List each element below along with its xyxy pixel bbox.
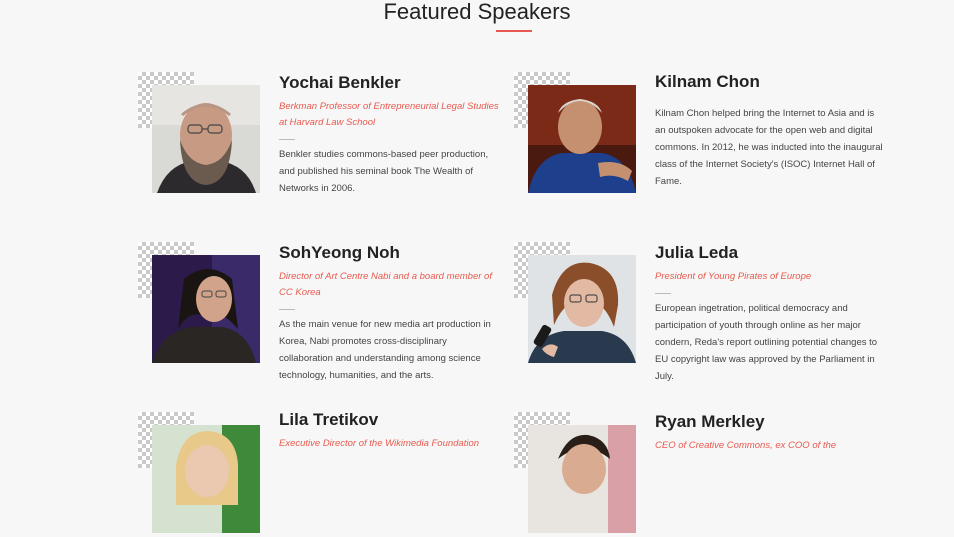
speaker-role: Berkman Professor of Entrepreneurial Leg… bbox=[279, 101, 499, 128]
speaker-role: CEO of Creative Commons, ex COO of the bbox=[655, 440, 837, 451]
speaker-photo[interactable] bbox=[152, 425, 260, 533]
title-underline bbox=[496, 30, 532, 32]
speaker-photo-frame bbox=[138, 412, 263, 537]
speaker-bio: As the main venue for new media art prod… bbox=[279, 319, 491, 381]
speaker-role: President of Young Pirates of Europe bbox=[655, 271, 812, 282]
speaker-photo[interactable] bbox=[528, 85, 636, 193]
speaker-bio: Kilnam Chon helped bring the Internet to… bbox=[655, 108, 883, 187]
speaker-photo[interactable] bbox=[528, 425, 636, 533]
speaker-name[interactable]: Yochai Benkler bbox=[279, 72, 499, 94]
section-title: Featured Speakers bbox=[383, 0, 571, 24]
divider bbox=[279, 139, 295, 140]
speaker-photo-frame bbox=[138, 72, 263, 197]
speaker-photo[interactable] bbox=[528, 255, 636, 363]
speaker-role: Executive Director of the Wikimedia Foun… bbox=[279, 438, 480, 449]
speaker-bio: European ingetration, political democrac… bbox=[655, 303, 878, 382]
speaker-name[interactable]: Lila Tretikov bbox=[279, 409, 499, 431]
speaker-name[interactable]: Kilnam Chon bbox=[655, 71, 885, 93]
divider bbox=[279, 309, 295, 310]
speaker-bio: Benkler studies commons-based peer produ… bbox=[279, 149, 489, 194]
speaker-name[interactable]: SohYeong Noh bbox=[279, 242, 499, 264]
speaker-name[interactable]: Ryan Merkley bbox=[655, 411, 885, 433]
speaker-photo-frame bbox=[514, 242, 639, 367]
speaker-photo-frame bbox=[514, 412, 639, 537]
speaker-photo-frame bbox=[514, 72, 639, 197]
speaker-photo[interactable] bbox=[152, 255, 260, 363]
speaker-photo-frame bbox=[138, 242, 263, 367]
speaker-role: Director of Art Centre Nabi and a board … bbox=[279, 271, 492, 298]
speaker-photo[interactable] bbox=[152, 85, 260, 193]
divider bbox=[655, 293, 671, 294]
speaker-name[interactable]: Julia Leda bbox=[655, 242, 885, 264]
